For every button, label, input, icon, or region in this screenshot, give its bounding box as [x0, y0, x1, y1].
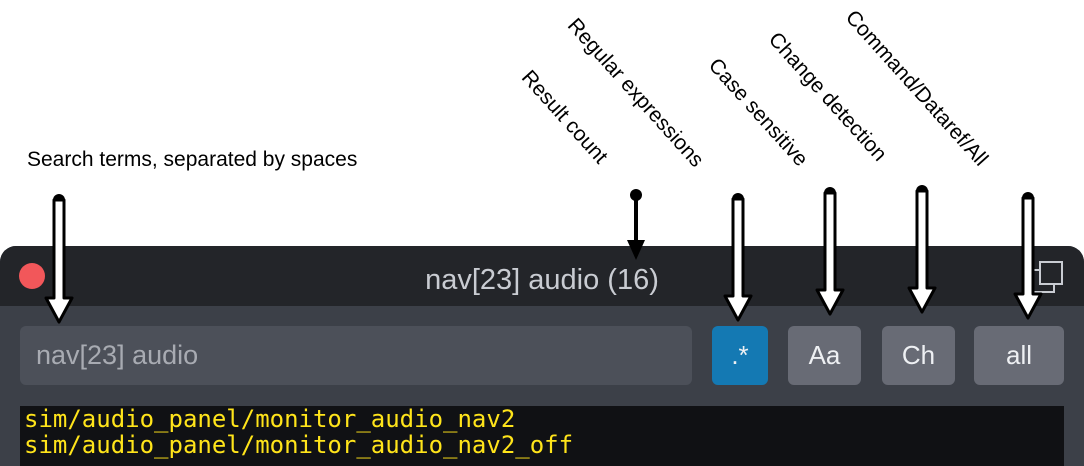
- popout-window-icon[interactable]: [1030, 260, 1064, 294]
- change-detection-toggle-button[interactable]: Ch: [882, 326, 955, 385]
- case-toggle-label: Aa: [808, 340, 841, 370]
- results-list[interactable]: sim/audio_panel/monitor_audio_nav2 sim/a…: [20, 406, 1064, 466]
- annotation-search-terms: Search terms, separated by spaces: [27, 148, 358, 171]
- case-sensitive-toggle-button[interactable]: Aa: [788, 326, 861, 385]
- regex-toggle-button[interactable]: .*: [712, 326, 768, 385]
- regex-toggle-label: .*: [731, 340, 749, 370]
- change-toggle-label: Ch: [901, 340, 936, 370]
- window-title: nav[23] audio (16): [425, 264, 659, 296]
- result-row[interactable]: sim/audio_panel/monitor_audio_nav2: [20, 406, 1064, 432]
- search-input[interactable]: [20, 326, 692, 385]
- search-window: nav[23] audio (16) .* Aa Ch all sim/audi…: [0, 246, 1084, 466]
- title-bar[interactable]: nav[23] audio (16): [0, 246, 1084, 306]
- result-row[interactable]: sim/audio_panel/monitor_audio_nav2_off: [20, 432, 1064, 458]
- annotation-result-count: Result count: [516, 66, 613, 169]
- filter-toggle-label: all: [1005, 340, 1032, 370]
- command-dataref-filter-button[interactable]: all: [974, 326, 1064, 385]
